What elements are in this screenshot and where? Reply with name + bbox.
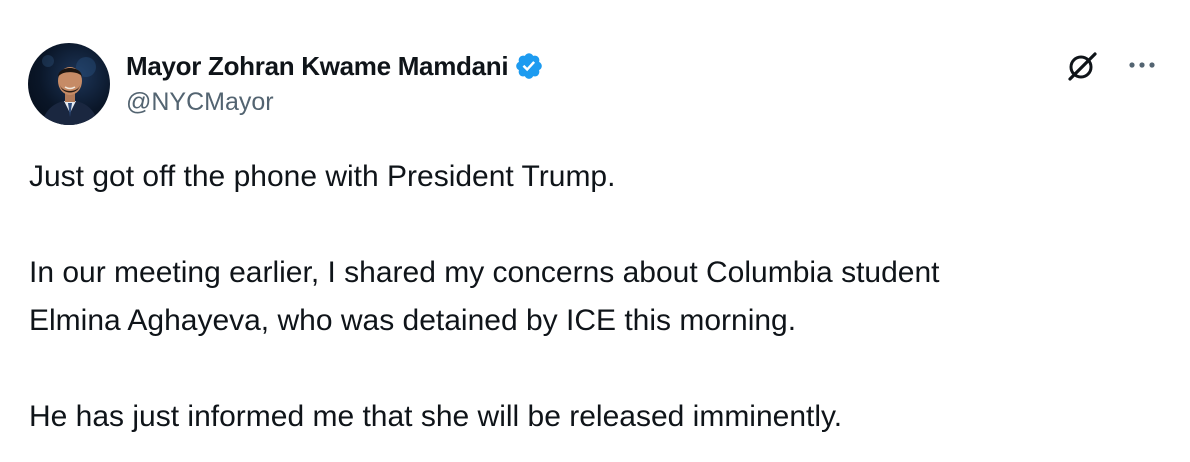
author-display-name[interactable]: Mayor Zohran Kwame Mamdani (126, 51, 509, 82)
avatar[interactable] (28, 43, 110, 125)
author-handle[interactable]: @NYCMayor (126, 88, 274, 117)
grok-icon[interactable] (1062, 46, 1102, 86)
more-options-icon[interactable] (1122, 50, 1162, 80)
post-body: Just got off the phone with President Tr… (29, 153, 1169, 441)
post-text-line: He has just informed me that she will be… (29, 400, 843, 433)
post-text-line: Just got off the phone with President Tr… (29, 160, 616, 193)
top-clipped-fragment (170, 0, 240, 4)
post-text-line: Elmina Aghayeva, who was detained by ICE… (29, 304, 797, 337)
post-text-line: In our meeting earlier, I shared my conc… (29, 256, 940, 289)
verified-badge-icon[interactable] (514, 51, 544, 81)
author-name-row: Mayor Zohran Kwame Mamdani (126, 46, 544, 86)
